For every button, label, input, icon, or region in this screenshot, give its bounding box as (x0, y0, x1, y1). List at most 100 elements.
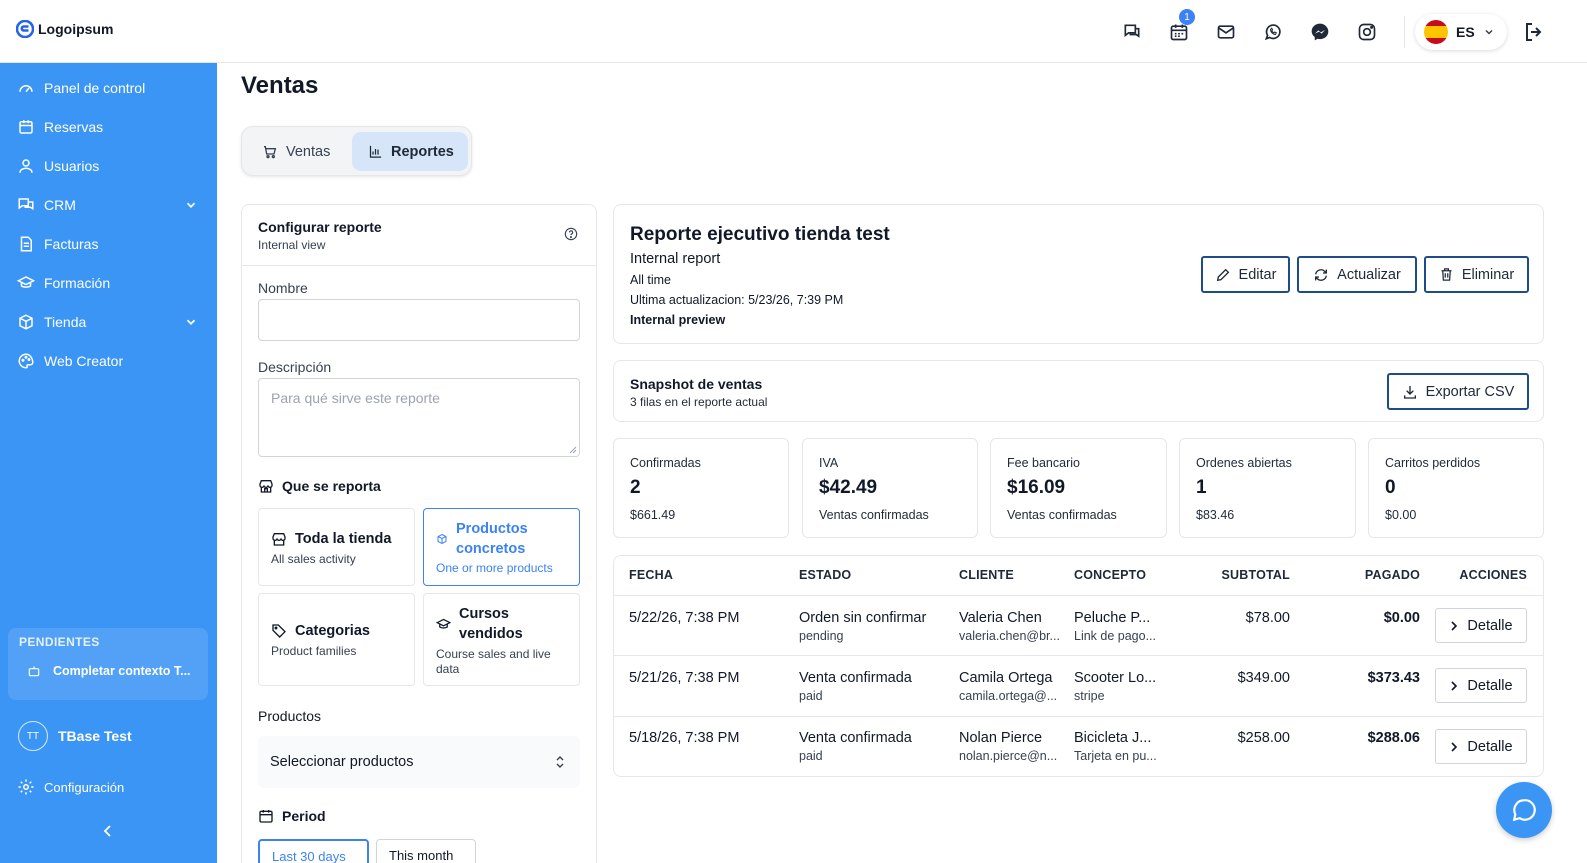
chevron-down-icon (1485, 29, 1493, 35)
cell-estado: Venta confirmada (799, 670, 912, 686)
spain-flag-icon (1424, 20, 1448, 44)
trash-icon (1441, 268, 1452, 281)
avatar: TT (18, 721, 48, 751)
products-select[interactable]: Seleccionar productos (258, 736, 580, 788)
detail-button[interactable]: Detalle (1435, 608, 1527, 643)
period-option-this-month[interactable]: This month (376, 839, 476, 863)
pending-panel: PENDIENTES Completar contexto T... (8, 628, 208, 700)
column-header-estado[interactable]: ESTADO (799, 568, 851, 582)
column-header-pagado[interactable]: PAGADO (1320, 568, 1420, 582)
graduation-cap-icon (436, 618, 451, 629)
sidebar-item-panel[interactable]: Panel de control (17, 76, 200, 100)
logout-icon[interactable] (1522, 20, 1546, 44)
stat-card-fee-bancario: Fee bancario $16.09 Ventas confirmadas (990, 438, 1167, 538)
scope-label: Que se reporta (282, 478, 381, 494)
stat-label: Fee bancario (1007, 456, 1080, 470)
cell-fecha: 5/21/26, 7:38 PM (629, 670, 740, 686)
cart-icon (264, 145, 277, 158)
user-icon (19, 159, 33, 173)
resize-handle-icon[interactable] (569, 446, 577, 454)
sidebar-item-configuracion[interactable]: Configuración (17, 778, 124, 796)
column-header-concepto[interactable]: CONCEPTO (1074, 568, 1146, 582)
period-section: Period (258, 808, 326, 824)
config-title: Configurar reporte (258, 219, 382, 235)
scope-option-productos-concretos[interactable]: Productos concretos One or more products (423, 508, 580, 586)
cell-concepto: Scooter Lo... (1074, 670, 1157, 686)
logo[interactable]: Logoipsum (16, 20, 113, 38)
delete-button[interactable]: Eliminar (1424, 256, 1529, 293)
cell-fecha: 5/22/26, 7:38 PM (629, 610, 740, 626)
cell-fecha: 5/18/26, 7:38 PM (629, 730, 740, 746)
language-code: ES (1456, 24, 1475, 40)
cell-concepto: Bicicleta J... (1074, 730, 1152, 746)
help-icon[interactable] (564, 227, 578, 241)
sidebar-item-label: Web Creator (44, 353, 124, 369)
column-header-cliente[interactable]: CLIENTE (959, 568, 1014, 582)
option-title: Toda la tienda (295, 531, 392, 547)
stat-label: Ordenes abiertas (1196, 456, 1292, 470)
pending-item-label: Completar contexto T... (53, 664, 191, 678)
messenger-icon[interactable] (1306, 20, 1333, 44)
report-preview: Internal preview (630, 313, 726, 327)
stat-card-ordenes-abiertas: Ordenes abiertas 1 $83.46 (1179, 438, 1356, 538)
calendar-icon[interactable]: 1 (1165, 9, 1195, 44)
palette-icon (18, 353, 34, 369)
sidebar-item-reservas[interactable]: Reservas (17, 115, 200, 139)
sidebar-item-label: Reservas (44, 119, 104, 135)
chevron-left-icon[interactable] (100, 823, 116, 839)
sidebar-item-formacion[interactable]: Formación (17, 271, 200, 295)
user-profile[interactable]: TT TBase Test (18, 721, 132, 751)
scope-option-categorias[interactable]: Categorias Product families (258, 593, 415, 686)
sidebar-item-facturas[interactable]: Facturas (17, 232, 200, 256)
column-header-fecha[interactable]: FECHA (629, 568, 673, 582)
sidebar-item-usuarios[interactable]: Usuarios (17, 154, 200, 178)
delete-label: Eliminar (1461, 266, 1515, 283)
column-header-subtotal[interactable]: SUBTOTAL (1190, 568, 1290, 582)
chevron-down-icon (186, 202, 196, 208)
instagram-icon[interactable] (1353, 20, 1380, 44)
stat-label: Carritos perdidos (1385, 456, 1481, 470)
report-title: Reporte ejecutivo tienda test (630, 224, 890, 245)
chat-support-button[interactable] (1496, 782, 1552, 838)
stat-sub: $0.00 (1385, 508, 1417, 522)
chevron-right-icon (1451, 620, 1458, 631)
detail-button[interactable]: Detalle (1435, 668, 1527, 703)
export-label: Exportar CSV (1425, 383, 1515, 400)
sidebar-item-tienda[interactable]: Tienda (17, 310, 200, 334)
mail-icon[interactable] (1212, 20, 1239, 44)
chevron-right-icon (1451, 680, 1458, 691)
name-input[interactable] (258, 299, 580, 341)
cell-cliente: Nolan Pierce (959, 730, 1043, 746)
cell-cliente-sub: valeria.chen@br... (959, 629, 1060, 643)
tab-ventas[interactable]: Ventas (262, 132, 330, 171)
sidebar-item-web-creator[interactable]: Web Creator (17, 349, 200, 373)
products-select-value: Seleccionar productos (270, 754, 414, 770)
download-icon (1403, 385, 1416, 399)
description-textarea[interactable]: Para qué sirve este reporte (258, 378, 580, 457)
tab-label: Reportes (391, 143, 454, 160)
stat-value: $16.09 (1007, 477, 1066, 498)
gear-icon (18, 779, 34, 795)
language-selector[interactable]: ES (1415, 14, 1507, 50)
notification-badge: 1 (1179, 9, 1195, 25)
chat-icon[interactable] (1118, 20, 1145, 44)
description-label: Descripción (258, 359, 332, 375)
report-updated: Ultima actualizacion: 5/23/26, 7:39 PM (630, 293, 844, 307)
period-option-last-30-days[interactable]: Last 30 days (258, 839, 369, 863)
sidebar-item-crm[interactable]: CRM (17, 193, 200, 217)
sidebar-item-label: Tienda (44, 314, 87, 330)
scope-option-toda-la-tienda[interactable]: Toda la tienda All sales activity (258, 508, 415, 586)
box-icon (19, 314, 33, 330)
sidebar-item-label: Usuarios (44, 158, 100, 174)
detail-button[interactable]: Detalle (1435, 729, 1527, 764)
tab-reportes[interactable]: Reportes (352, 132, 468, 171)
export-csv-button[interactable]: Exportar CSV (1387, 373, 1529, 410)
option-title: Productos concretos (456, 521, 528, 557)
scope-option-cursos-vendidos[interactable]: Cursos vendidos Course sales and live da… (423, 593, 580, 686)
sidebar-item-label: Facturas (44, 236, 99, 252)
refresh-button[interactable]: Actualizar (1297, 256, 1417, 293)
pending-item[interactable]: Completar contexto T... (27, 664, 191, 678)
whatsapp-icon[interactable] (1259, 20, 1286, 44)
edit-button[interactable]: Editar (1201, 256, 1290, 293)
scope-section: Que se reporta (258, 478, 381, 494)
